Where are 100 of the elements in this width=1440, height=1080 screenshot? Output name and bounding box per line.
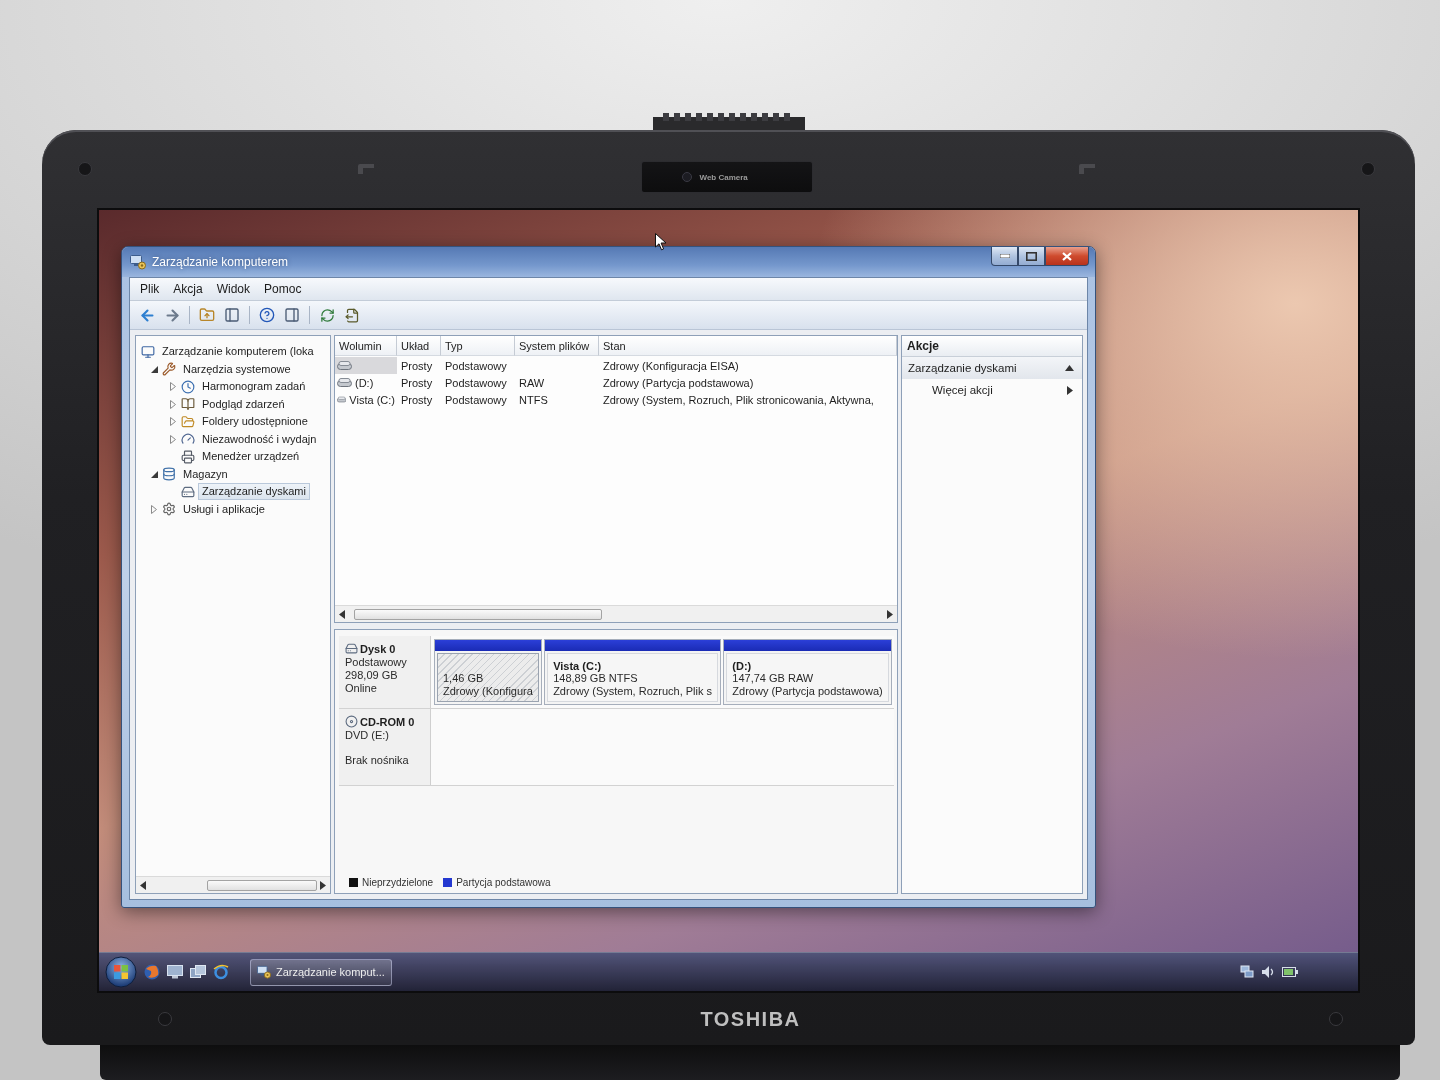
column-header[interactable]: Typ [441, 336, 515, 356]
tree-item[interactable]: Niezawodność i wydajn [198, 430, 321, 448]
horizontal-scrollbar[interactable] [136, 876, 330, 893]
submenu-arrow-icon [1066, 385, 1074, 395]
scroll-left-arrow-icon[interactable] [338, 609, 346, 619]
expanded-arrow-icon[interactable] [150, 470, 158, 478]
partition-block[interactable]: 1,46 GB Zdrowy (Konfigura [434, 639, 543, 705]
action-section[interactable]: Zarządzanie dyskami [902, 357, 1082, 379]
bumper-pad [78, 162, 92, 176]
drive-icon [337, 378, 352, 387]
table-cell-text: NTFS [518, 392, 549, 408]
table-cell-text: Zdrowy (Partycja podstawowa) [602, 375, 755, 391]
partition-size: 148,89 GB NTFS [553, 672, 639, 685]
right-panel-icon [284, 307, 300, 323]
menu-item[interactable]: Widok [210, 280, 257, 298]
window-app-icon [130, 254, 146, 270]
table-cell-text: Podstawowy [444, 358, 508, 374]
tree-item[interactable]: Foldery udostępnione [198, 413, 312, 431]
tree-item[interactable]: Magazyn [179, 465, 232, 483]
scrollbar-thumb[interactable] [207, 879, 317, 891]
mouse-pointer-icon [655, 233, 667, 251]
folder-up-icon [199, 307, 215, 323]
disc-icon [345, 715, 358, 728]
menu-item[interactable]: Plik [134, 280, 166, 298]
battery-icon[interactable] [1282, 967, 1298, 977]
tree-item[interactable]: Zarządzanie dyskami [198, 483, 310, 501]
export-icon [344, 307, 360, 323]
partition-status: Zdrowy (System, Rozruch, Plik s [553, 685, 713, 698]
bumper-pad [1361, 162, 1375, 176]
tree-item[interactable]: Narzędzia systemowe [179, 360, 295, 378]
bumper-pad [1329, 1012, 1343, 1026]
partition-block[interactable]: (D:) 147,74 GB RAW Zdrowy (Partycja podstawowa) [723, 639, 892, 705]
network-icon[interactable] [1240, 965, 1254, 979]
taskbar-button[interactable]: Zarządzanie komput... [250, 958, 392, 986]
tree-item[interactable]: Menedżer urządzeń [198, 448, 304, 466]
camera-lens-icon [681, 172, 692, 182]
column-header[interactable]: Wolumin [335, 336, 397, 356]
collapse-caret-icon[interactable] [1065, 364, 1074, 372]
book-icon [181, 397, 195, 412]
brand-logo: TOSHIBA [700, 1007, 801, 1031]
tree-item[interactable]: Podgląd zdarzeń [198, 395, 289, 413]
partition-name: (D:) [732, 660, 753, 672]
horizontal-scrollbar[interactable] [335, 605, 897, 622]
expanded-arrow-icon[interactable] [150, 365, 158, 373]
globe-icon[interactable] [144, 964, 160, 980]
disk-type: Podstawowy [345, 656, 408, 668]
column-header[interactable]: Stan [599, 336, 897, 356]
table-cell-text: Prosty [400, 358, 434, 374]
arrow-right-icon [163, 306, 181, 324]
maximize-icon [1026, 251, 1037, 261]
column-header[interactable]: Układ [397, 336, 441, 356]
window-stack-icon[interactable] [190, 965, 206, 979]
lid-hook [357, 163, 376, 175]
tree-item[interactable]: Usługi i aplikacje [179, 500, 269, 518]
gear-icon [162, 502, 176, 517]
start-orb-icon[interactable] [105, 956, 137, 988]
tree-item[interactable]: Zarządzanie komputerem (loka [158, 343, 318, 361]
close-button[interactable] [1045, 247, 1089, 266]
maximize-button[interactable] [1018, 247, 1045, 266]
hard-drive-icon [345, 642, 358, 655]
column-header[interactable]: System plików [515, 336, 599, 356]
hard-drive-icon [181, 484, 195, 499]
collapsed-arrow-icon[interactable] [170, 399, 176, 409]
minimize-icon [999, 254, 1010, 258]
scrollbar-thumb[interactable] [354, 608, 602, 620]
menu-item[interactable]: Akcja [167, 280, 209, 298]
browser-icon[interactable] [213, 964, 229, 980]
desktop-icon[interactable] [167, 965, 183, 979]
table-cell[interactable]: (D:) [335, 374, 397, 391]
drive-icon [337, 361, 352, 370]
partition-block[interactable]: Vista (C:) 148,89 GB NTFS Zdrowy (System, Rozruch, Plik s [544, 639, 722, 705]
table-cell-text: Zdrowy (Konfiguracja EISA) [602, 358, 740, 374]
table-cell[interactable]: Vista (C:) [335, 391, 397, 408]
collapsed-arrow-icon[interactable] [170, 417, 176, 427]
window-title: Zarządzanie komputerem [152, 255, 289, 269]
camera-label: Web Camera [699, 172, 748, 182]
disk-name: CD-ROM 0 [360, 715, 415, 728]
speaker-icon[interactable] [1261, 965, 1275, 979]
scroll-right-arrow-icon[interactable] [319, 880, 327, 890]
actions-header: Akcje [902, 336, 1082, 357]
printer-icon [181, 449, 195, 464]
collapsed-arrow-icon[interactable] [170, 434, 176, 444]
minimize-button[interactable] [991, 247, 1018, 266]
scroll-right-arrow-icon[interactable] [886, 609, 894, 619]
scroll-left-arrow-icon[interactable] [139, 880, 147, 890]
table-cell-text: RAW [518, 375, 546, 391]
collapsed-arrow-icon[interactable] [170, 382, 176, 392]
database-icon [162, 467, 176, 482]
drive-icon [337, 395, 347, 404]
menu-item[interactable]: Pomoc [258, 280, 308, 298]
disk-size: 298,09 GB [345, 669, 399, 681]
lid-hook [1077, 163, 1096, 175]
action-item[interactable]: Więcej akcji [902, 379, 1082, 401]
computer-icon [141, 344, 155, 359]
table-cell[interactable] [335, 357, 397, 374]
partition-size: 147,74 GB RAW [732, 672, 815, 685]
gauge-icon [181, 432, 195, 447]
arrow-left-icon [138, 306, 156, 324]
tree-item[interactable]: Harmonogram zadań [198, 378, 310, 396]
collapsed-arrow-icon[interactable] [151, 504, 157, 514]
